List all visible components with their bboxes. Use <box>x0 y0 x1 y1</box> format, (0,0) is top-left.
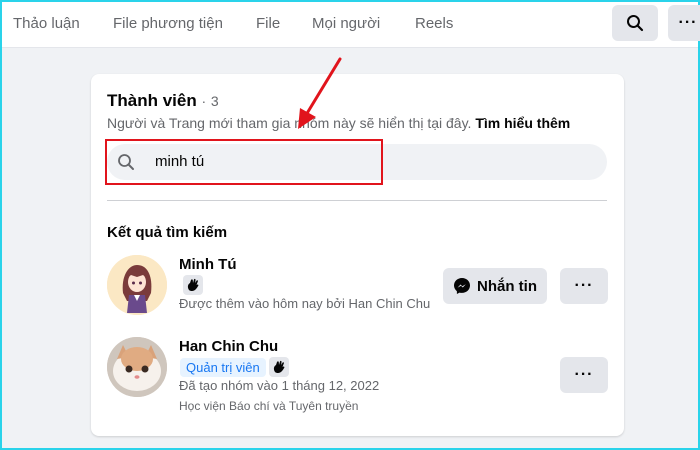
avatar[interactable] <box>107 255 167 315</box>
message-button-label: Nhắn tin <box>477 277 537 295</box>
wave-icon[interactable] <box>183 275 203 295</box>
member-meta: Đã tạo nhóm vào 1 tháng 12, 2022 <box>179 378 380 393</box>
members-card: Thành viên · 3 Người và Trang mới tham g… <box>91 74 624 436</box>
more-icon: ··· <box>574 277 594 294</box>
members-description-text: Người và Trang mới tham gia nhóm này sẽ … <box>107 115 472 131</box>
tab-discussion[interactable]: Thảo luận <box>13 15 80 32</box>
messenger-icon <box>454 278 470 294</box>
member-more-button[interactable]: ··· <box>560 357 608 393</box>
search-results-title: Kết quả tìm kiếm <box>107 224 228 241</box>
highlight-box <box>105 139 383 185</box>
member-name[interactable]: Han Chin Chu <box>179 338 278 355</box>
tab-media[interactable]: File phương tiện <box>113 15 223 32</box>
member-name[interactable]: Minh Tú <box>179 256 236 273</box>
avatar[interactable] <box>107 337 167 397</box>
message-button[interactable]: Nhắn tin <box>443 268 547 304</box>
members-description: Người và Trang mới tham gia nhóm này sẽ … <box>107 115 570 131</box>
members-count: 3 <box>210 93 219 109</box>
members-separator: · <box>201 93 207 109</box>
member-meta-secondary: Học viện Báo chí và Tuyên truyền <box>179 399 359 413</box>
member-meta: Được thêm vào hôm nay bởi Han Chin Chu <box>179 296 431 311</box>
admin-badge: Quản trị viên <box>180 358 266 377</box>
wave-icon[interactable] <box>269 357 289 377</box>
more-icon: ··· <box>574 366 594 383</box>
tab-reels[interactable]: Reels <box>415 15 453 32</box>
tab-files[interactable]: File <box>256 15 280 32</box>
member-more-button[interactable]: ··· <box>560 268 608 304</box>
tab-people[interactable]: Mọi người <box>312 15 380 32</box>
members-heading: Thành viên · 3 <box>107 91 219 111</box>
more-icon: ··· <box>678 14 698 31</box>
divider <box>107 200 607 201</box>
header-more-button[interactable]: ··· <box>668 5 700 41</box>
header-search-button[interactable] <box>612 5 658 41</box>
learn-more-link[interactable]: Tìm hiểu thêm <box>475 115 570 131</box>
search-icon <box>627 15 644 32</box>
group-tab-bar: Thảo luận File phương tiện File Mọi ngườ… <box>2 2 700 48</box>
members-title: Thành viên <box>107 91 197 110</box>
